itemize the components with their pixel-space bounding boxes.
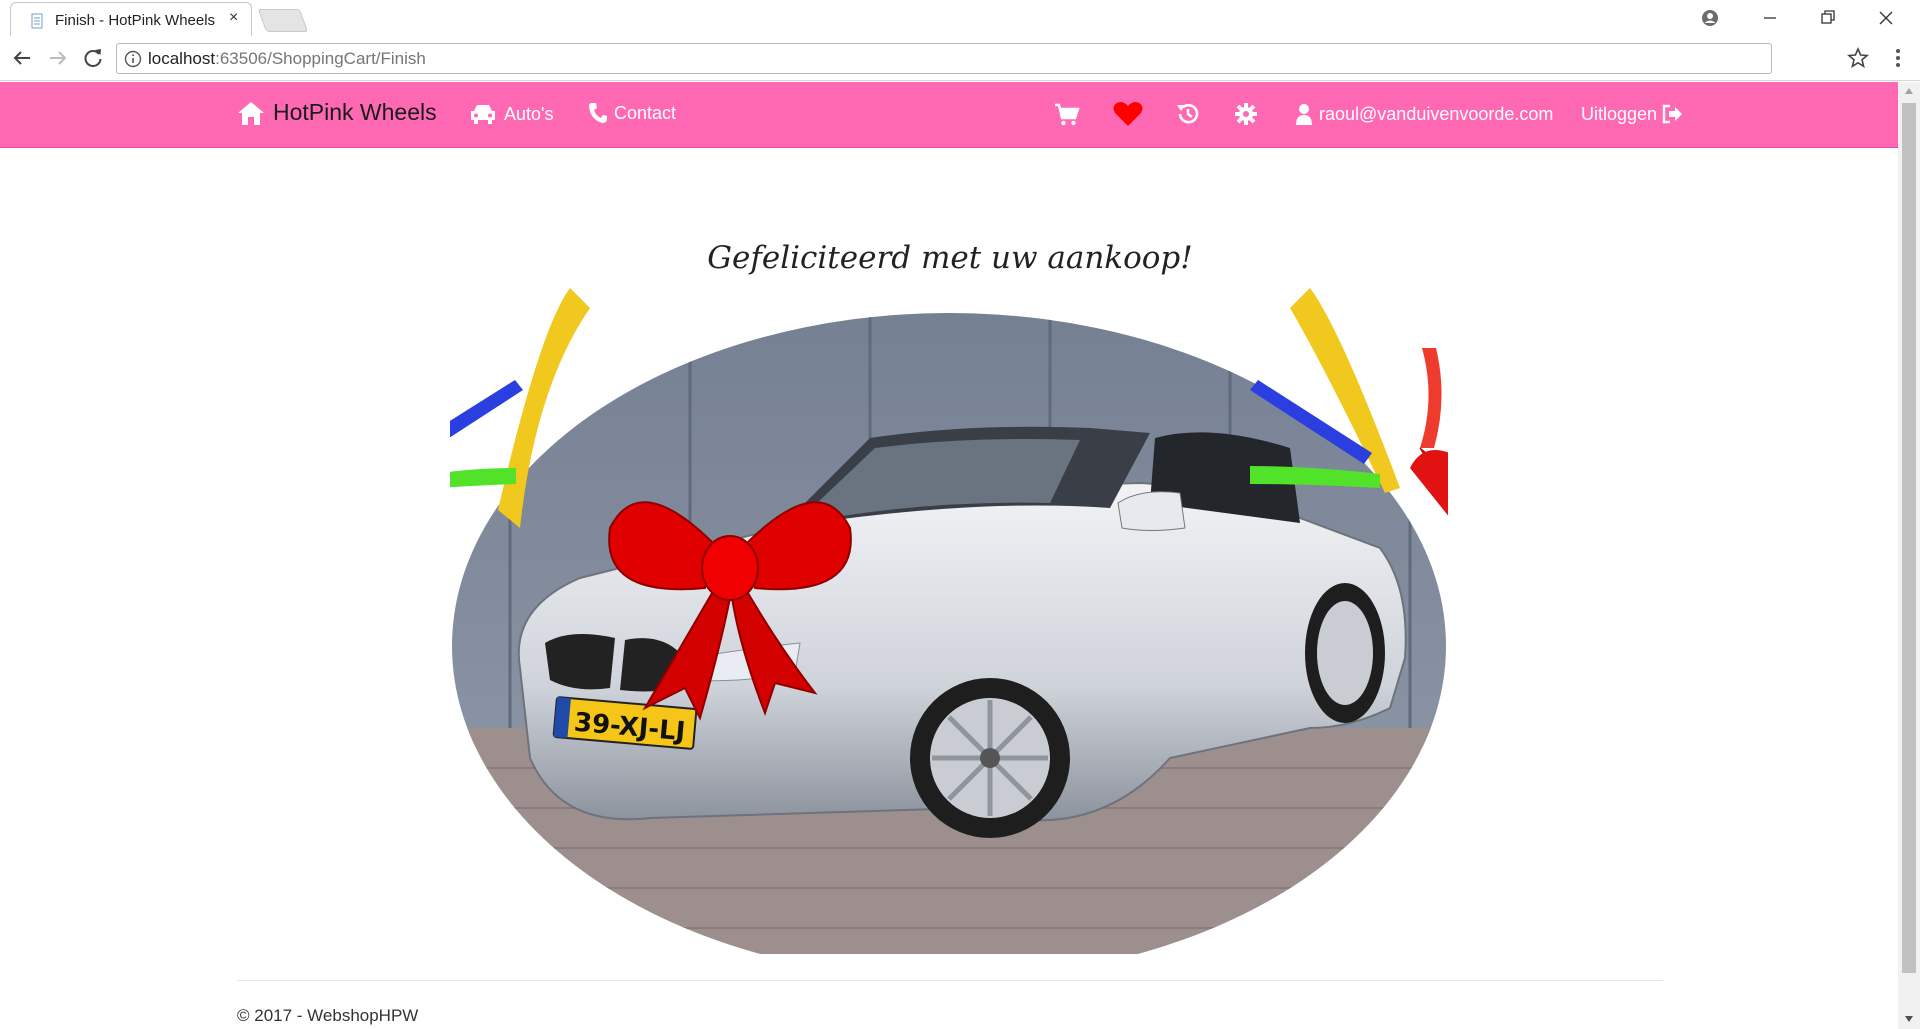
footer-copyright: © 2017 - WebshopHPW — [237, 1006, 419, 1025]
history-icon[interactable] — [1175, 101, 1201, 127]
nav-contact-label: Contact — [614, 102, 677, 123]
brand-link[interactable]: HotPink Wheels — [237, 99, 437, 126]
back-icon[interactable] — [10, 46, 34, 70]
profile-icon[interactable] — [1700, 4, 1720, 32]
nav-autos-label: Auto's — [504, 103, 554, 124]
congratulations-heading: Gefeliciteerd met uw aankoop! — [707, 240, 1193, 276]
forward-icon[interactable] — [46, 46, 70, 70]
celebration-illustration: 39-XJ-LJ — [450, 288, 1448, 954]
tab-title: Finish - HotPink Wheels — [55, 12, 216, 29]
user-icon — [1296, 104, 1312, 125]
favorites-heart-icon[interactable] — [1113, 101, 1143, 127]
nav-user-account[interactable]: raoul@vanduivenvoorde.com — [1295, 103, 1553, 125]
scroll-up-arrow-icon[interactable] — [1903, 86, 1915, 96]
user-email: raoul@vanduivenvoorde.com — [1319, 103, 1554, 124]
cart-icon[interactable] — [1054, 103, 1080, 127]
tab-close-icon[interactable]: × — [229, 9, 238, 27]
restore-icon[interactable] — [1818, 4, 1838, 32]
url-path: :63506/ShoppingCart/Finish — [215, 49, 426, 68]
new-tab-button[interactable] — [257, 9, 309, 32]
car-icon — [471, 105, 495, 124]
nav-contact[interactable]: Contact — [588, 102, 676, 124]
car-photo: 39-XJ-LJ — [452, 313, 1446, 954]
info-icon[interactable] — [124, 50, 142, 68]
brand-name: HotPink Wheels — [273, 99, 437, 125]
nav-autos[interactable]: Auto's — [468, 103, 553, 125]
browser-titlebar: Finish - HotPink Wheels × — [0, 0, 1920, 36]
reload-icon[interactable] — [81, 46, 105, 70]
browser-tab[interactable]: Finish - HotPink Wheels × — [10, 2, 252, 36]
logout-link[interactable]: Uitloggen — [1581, 103, 1683, 125]
logout-label: Uitloggen — [1581, 103, 1658, 124]
sign-out-icon — [1662, 104, 1683, 124]
bookmark-star-icon[interactable] — [1846, 46, 1870, 70]
page-icon — [31, 13, 43, 29]
browser-menu-icon[interactable] — [1886, 46, 1910, 70]
settings-gear-icon[interactable] — [1234, 102, 1258, 126]
site-navbar: HotPink Wheels Auto's Contact raoul@vand… — [0, 82, 1898, 148]
scroll-down-arrow-icon[interactable] — [1903, 1014, 1915, 1024]
url-text[interactable]: localhost:63506/ShoppingCart/Finish — [148, 49, 426, 69]
close-window-icon[interactable] — [1876, 4, 1896, 32]
scrollbar-thumb[interactable] — [1902, 103, 1916, 973]
phone-icon — [589, 103, 607, 123]
minimize-icon[interactable] — [1760, 4, 1780, 32]
footer-divider — [237, 980, 1663, 981]
home-icon — [238, 101, 264, 125]
url-host: localhost — [148, 49, 216, 68]
